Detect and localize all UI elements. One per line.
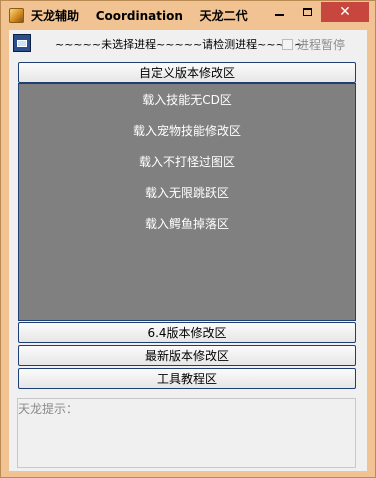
hint-label: 天龙提示： (18, 402, 79, 416)
load-crocodile-drop-link[interactable]: 载入鳄鱼掉落区 (19, 215, 355, 232)
pause-process-label: 进程暂停 (297, 38, 346, 52)
maximize-icon (302, 8, 312, 16)
close-button[interactable]: ✕ (321, 2, 369, 22)
v64-version-button[interactable]: 6.4版本修改区 (18, 322, 356, 343)
client-area: ~~~~~未选择进程~~~~~请检测进程~~~~~ 进程暂停 自定义版本修改区 … (9, 30, 367, 471)
window-title: 天龙辅助 Coordination 天龙二代 (31, 9, 248, 23)
tutorial-button[interactable]: 工具教程区 (18, 368, 356, 389)
close-icon: ✕ (339, 4, 351, 20)
minimize-button[interactable] (265, 2, 293, 22)
title-bar[interactable]: 天龙辅助 Coordination 天龙二代 ✕ (1, 1, 375, 29)
checkbox-box[interactable] (282, 39, 293, 50)
load-infinite-jump-link[interactable]: 载入无限跳跃区 (19, 184, 355, 201)
custom-version-button[interactable]: 自定义版本修改区 (18, 62, 356, 83)
monitor-tool-button[interactable] (13, 34, 31, 52)
app-icon (9, 8, 24, 23)
pause-process-checkbox[interactable]: 进程暂停 (282, 36, 345, 53)
process-status-text: ~~~~~未选择进程~~~~~请检测进程~~~~~ (55, 38, 304, 51)
feature-panel: 载入技能无CD区 载入宠物技能修改区 载入不打怪过图区 载入无限跳跃区 载入鳄鱼… (18, 83, 356, 321)
load-skip-monster-link[interactable]: 载入不打怪过图区 (19, 153, 355, 170)
minimize-icon (274, 14, 284, 16)
maximize-button[interactable] (293, 2, 321, 22)
monitor-icon (17, 39, 27, 47)
load-skill-no-cd-link[interactable]: 载入技能无CD区 (19, 91, 355, 108)
latest-version-button[interactable]: 最新版本修改区 (18, 345, 356, 366)
main-window: 天龙辅助 Coordination 天龙二代 ✕ ~~~~~未选择进程~~~~~… (0, 0, 376, 478)
load-pet-skill-link[interactable]: 载入宠物技能修改区 (19, 122, 355, 139)
hint-textbox[interactable]: 天龙提示： (17, 398, 356, 468)
